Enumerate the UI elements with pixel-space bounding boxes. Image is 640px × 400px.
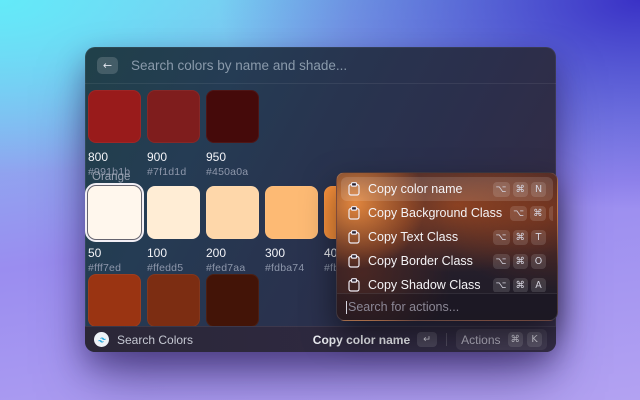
menu-item-label: Copy Border Class (368, 254, 485, 268)
letter-key-icon: T (531, 230, 546, 245)
clipboard-icon (348, 230, 360, 244)
option-key-icon: ⌥ (493, 230, 510, 245)
cmd-key-icon: ⌘ (513, 278, 529, 293)
menu-item-label: Copy Background Class (368, 206, 502, 220)
letter-key-icon: N (531, 182, 546, 197)
clipboard-icon (348, 278, 360, 292)
actions-button-label: Actions (461, 333, 500, 347)
enter-key-icon: ↵ (417, 332, 437, 347)
actions-list: Copy color name ⌥ ⌘ N Copy Background Cl… (341, 177, 553, 292)
menu-item-label: Copy Text Class (368, 230, 485, 244)
color-swatch-orange-50-selected[interactable] (88, 186, 141, 239)
cmd-key-icon: ⌘ (513, 230, 529, 245)
orange-shade-row-1: 50 #fff7ed 100 #ffedd5 200 #fed7aa 300 #… (88, 186, 377, 274)
arrow-left-icon: ← (103, 59, 112, 72)
shade-label: 950 (206, 151, 259, 164)
tailwind-logo-icon (94, 332, 109, 347)
color-cell: 950 #450a0a (206, 90, 259, 178)
color-cell: 300 #fdba74 (265, 186, 318, 274)
hex-label: #7f1d1d (147, 167, 200, 178)
actions-search-input[interactable]: Search for actions... (337, 293, 557, 320)
shade-label: 900 (147, 151, 200, 164)
option-key-icon: ⌥ (510, 206, 527, 221)
clipboard-icon (348, 206, 360, 220)
clipboard-icon (348, 254, 360, 268)
hex-label: #450a0a (206, 167, 259, 178)
shade-label: 800 (88, 151, 141, 164)
cmd-key-icon: ⌘ (530, 206, 546, 221)
desktop-background: ← 800 #991b1b 900 #7f1d1d 950 (0, 0, 640, 400)
letter-key-icon: B (549, 206, 553, 221)
color-cell (88, 274, 141, 327)
color-cell: 200 #fed7aa (206, 186, 259, 274)
app-title: Search Colors (117, 333, 193, 347)
color-swatch-dark-orange-1[interactable] (88, 274, 141, 327)
color-swatch-red-950[interactable] (206, 90, 259, 143)
option-key-icon: ⌥ (493, 278, 510, 293)
orange-shade-row-2 (88, 274, 259, 327)
option-key-icon: ⌥ (493, 182, 510, 197)
letter-key-icon: A (531, 278, 546, 293)
color-cell (206, 274, 259, 327)
actions-panel: Copy color name ⌥ ⌘ N Copy Background Cl… (336, 172, 558, 321)
color-swatch-orange-100[interactable] (147, 186, 200, 239)
text-caret (346, 301, 347, 314)
actions-button[interactable]: Actions ⌘ K (456, 329, 547, 350)
cmd-key-icon: ⌘ (508, 332, 524, 347)
shade-label: 200 (206, 247, 259, 260)
menu-item-copy-background-class[interactable]: Copy Background Class ⌥ ⌘ B (341, 201, 553, 225)
shade-label: 300 (265, 247, 318, 260)
red-shade-row: 800 #991b1b 900 #7f1d1d 950 #450a0a (88, 90, 259, 178)
menu-item-copy-shadow-class[interactable]: Copy Shadow Class ⌥ ⌘ A (341, 273, 553, 292)
shortcut-keys: ⌥ ⌘ O (493, 254, 546, 269)
menu-item-copy-border-class[interactable]: Copy Border Class ⌥ ⌘ O (341, 249, 553, 273)
color-cell: 800 #991b1b (88, 90, 141, 178)
back-button[interactable]: ← (97, 57, 118, 74)
color-cell: 900 #7f1d1d (147, 90, 200, 178)
status-bar: Search Colors Copy color name ↵ Actions … (85, 326, 556, 352)
shortcut-keys: ⌥ ⌘ A (493, 278, 546, 293)
color-swatch-orange-300[interactable] (265, 186, 318, 239)
menu-item-copy-text-class[interactable]: Copy Text Class ⌥ ⌘ T (341, 225, 553, 249)
color-cell: 50 #fff7ed (88, 186, 141, 274)
color-cell (147, 274, 200, 327)
color-swatch-red-800[interactable] (88, 90, 141, 143)
shortcut-keys: ⌥ ⌘ T (493, 230, 546, 245)
shortcut-keys: ⌥ ⌘ B (510, 206, 553, 221)
menu-item-label: Copy color name (368, 182, 485, 196)
actions-search-placeholder: Search for actions... (348, 300, 459, 314)
color-swatch-dark-orange-2[interactable] (147, 274, 200, 327)
search-input[interactable] (129, 57, 544, 74)
shortcut-keys: ⌥ ⌘ N (493, 182, 546, 197)
hex-label: #fed7aa (206, 263, 259, 274)
footer-divider (446, 333, 447, 346)
color-swatch-dark-orange-3[interactable] (206, 274, 259, 327)
cmd-key-icon: ⌘ (513, 182, 529, 197)
section-header-orange: Orange (92, 171, 130, 183)
color-cell: 100 #ffedd5 (147, 186, 200, 274)
option-key-icon: ⌥ (493, 254, 510, 269)
k-key-icon: K (527, 332, 542, 347)
letter-key-icon: O (531, 254, 546, 269)
shade-label: 100 (147, 247, 200, 260)
primary-action-button[interactable]: Copy color name (313, 333, 410, 347)
hex-label: #ffedd5 (147, 263, 200, 274)
menu-item-copy-color-name[interactable]: Copy color name ⌥ ⌘ N (341, 177, 553, 201)
hex-label: #fff7ed (88, 263, 141, 274)
clipboard-icon (348, 182, 360, 196)
color-swatch-red-900[interactable] (147, 90, 200, 143)
cmd-key-icon: ⌘ (513, 254, 529, 269)
shade-label: 50 (88, 247, 141, 260)
menu-item-label: Copy Shadow Class (368, 278, 485, 292)
hex-label: #fdba74 (265, 263, 318, 274)
color-swatch-orange-200[interactable] (206, 186, 259, 239)
search-bar: ← (85, 47, 556, 84)
